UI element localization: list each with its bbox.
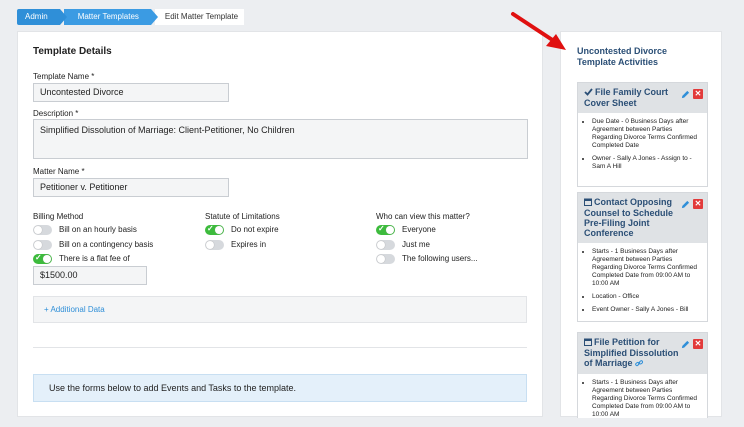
activity-card: File Family Court Cover Sheet ✕ Due Date… xyxy=(577,82,708,187)
option-label: Bill on an hourly basis xyxy=(59,225,137,234)
pencil-icon[interactable] xyxy=(681,340,690,349)
statute-expires-option[interactable]: Expires in xyxy=(205,239,266,250)
statute-no-expire-option[interactable]: ✓ Do not expire xyxy=(205,224,279,235)
billing-hourly-option[interactable]: Bill on an hourly basis xyxy=(33,224,137,235)
billing-contingency-option[interactable]: Bill on a contingency basis xyxy=(33,239,153,250)
activity-detail: Location - Office xyxy=(592,293,701,301)
toggle-off-icon[interactable] xyxy=(376,253,395,264)
delete-icon[interactable]: ✕ xyxy=(693,199,703,209)
visibility-everyone-option[interactable]: ✓ Everyone xyxy=(376,224,436,235)
activity-title[interactable]: Contact Opposing Counsel to Schedule Pre… xyxy=(584,197,673,238)
panel-title: Template Details xyxy=(33,46,112,57)
matter-name-input[interactable]: Petitioner v. Petitioner xyxy=(33,178,229,197)
option-label: Expires in xyxy=(231,240,267,249)
visibility-users-option[interactable]: The following users... xyxy=(376,253,478,264)
toggle-on-icon[interactable]: ✓ xyxy=(376,224,395,235)
activity-title[interactable]: File Family Court Cover Sheet xyxy=(584,87,668,108)
toggle-on-icon[interactable]: ✓ xyxy=(205,224,224,235)
activity-card-header: File Family Court Cover Sheet ✕ xyxy=(578,83,707,113)
divider xyxy=(33,347,527,348)
description-textarea[interactable]: Simplified Dissolution of Marriage: Clie… xyxy=(33,119,528,159)
option-label: Do not expire xyxy=(231,225,279,234)
breadcrumb-current: Edit Matter Template xyxy=(154,9,245,25)
delete-icon[interactable]: ✕ xyxy=(693,89,703,99)
toggle-on-icon[interactable]: ✓ xyxy=(33,253,52,264)
annotation-arrow-icon xyxy=(511,12,566,50)
activity-card: File Petition for Simplified Dissolution… xyxy=(577,332,708,418)
info-message: Use the forms below to add Events and Ta… xyxy=(33,374,527,402)
activity-detail: Starts - 1 Business Days after Agreement… xyxy=(592,379,701,419)
option-label: There is a flat fee of xyxy=(59,254,130,263)
template-activities-panel: Uncontested Divorce Template Activities … xyxy=(560,31,722,418)
activity-detail: Due Date - 0 Business Days after Agreeme… xyxy=(592,118,701,150)
activity-detail: Owner - Sally A Jones - Assign to - Sam … xyxy=(592,155,701,171)
billing-method-label: Billing Method xyxy=(33,212,84,221)
flat-fee-input[interactable]: $1500.00 xyxy=(33,266,147,285)
activity-detail: Starts - 1 Business Days after Agreement… xyxy=(592,248,701,288)
option-label: Everyone xyxy=(402,225,436,234)
activity-card-header: File Petition for Simplified Dissolution… xyxy=(578,333,707,374)
check-icon xyxy=(584,88,593,98)
template-name-input[interactable]: Uncontested Divorce xyxy=(33,83,229,102)
pencil-icon[interactable] xyxy=(681,90,690,99)
template-details-panel: Template Details Template Name * Unconte… xyxy=(17,31,543,417)
toggle-off-icon[interactable] xyxy=(376,239,395,250)
billing-flat-fee-option[interactable]: ✓ There is a flat fee of xyxy=(33,253,130,264)
description-label: Description * xyxy=(33,109,79,118)
activities-title: Uncontested Divorce Template Activities xyxy=(577,46,668,67)
delete-icon[interactable]: ✕ xyxy=(693,339,703,349)
toggle-off-icon[interactable] xyxy=(33,224,52,235)
activity-card-header: Contact Opposing Counsel to Schedule Pre… xyxy=(578,193,707,243)
toggle-off-icon[interactable] xyxy=(33,239,52,250)
activity-title[interactable]: File Petition for Simplified Dissolution… xyxy=(584,337,679,368)
statute-label: Statute of Limitations xyxy=(205,212,280,221)
activity-detail: Event Owner - Sally A Jones - Bill xyxy=(592,306,701,314)
option-label: Bill on a contingency basis xyxy=(59,240,154,249)
visibility-just-me-option[interactable]: Just me xyxy=(376,239,430,250)
option-label: Just me xyxy=(402,240,431,249)
activity-card: Contact Opposing Counsel to Schedule Pre… xyxy=(577,192,708,322)
template-name-label: Template Name * xyxy=(33,72,95,81)
toggle-off-icon[interactable] xyxy=(205,239,224,250)
link-icon[interactable] xyxy=(635,359,644,369)
calendar-icon xyxy=(584,198,592,208)
visibility-label: Who can view this matter? xyxy=(376,212,470,221)
pencil-icon[interactable] xyxy=(681,200,690,209)
breadcrumb: Admin Matter Templates Edit Matter Templ… xyxy=(17,9,245,25)
breadcrumb-matter-templates[interactable]: Matter Templates xyxy=(63,9,159,25)
matter-name-label: Matter Name * xyxy=(33,167,85,176)
additional-data-toggle[interactable]: + Additional Data xyxy=(33,296,527,323)
option-label: The following users... xyxy=(402,254,478,263)
calendar-icon xyxy=(584,338,592,348)
breadcrumb-admin[interactable]: Admin xyxy=(17,9,67,25)
